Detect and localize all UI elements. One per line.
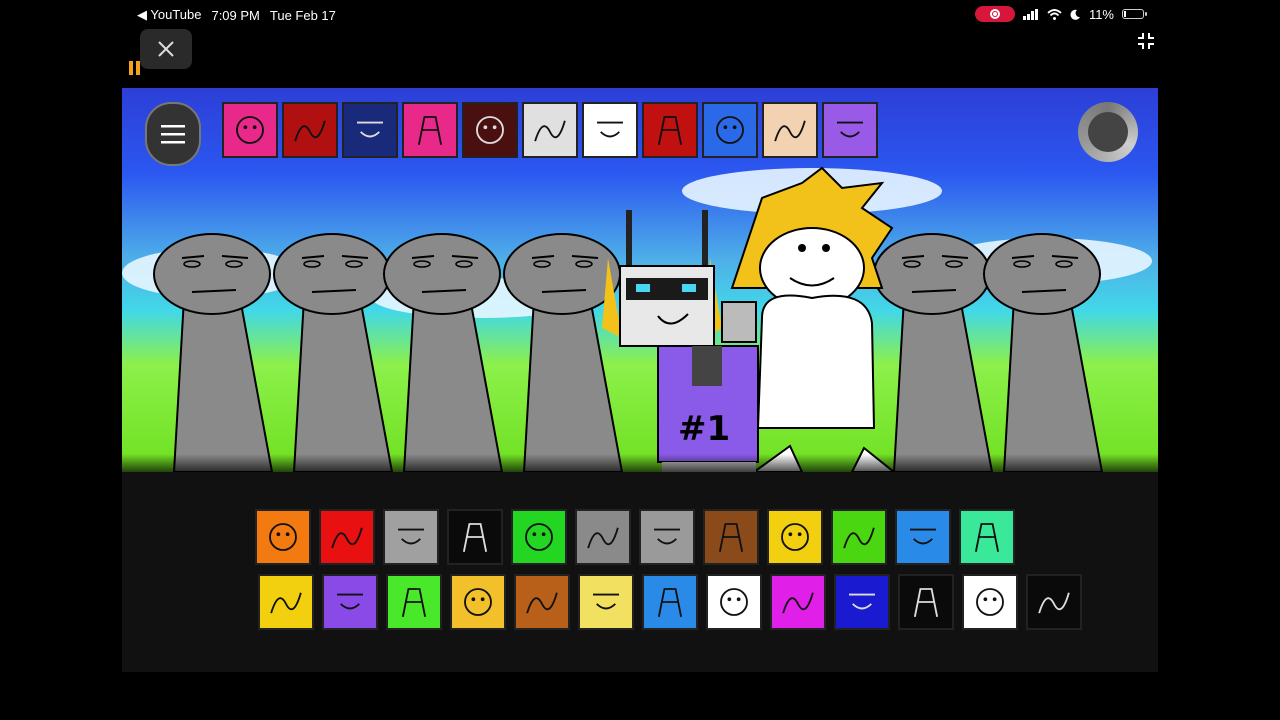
orange-face-icon[interactable]: [255, 509, 311, 565]
black-figure-icon[interactable]: [898, 574, 954, 630]
pause-indicator-icon: [129, 61, 143, 75]
loading-spinner-icon[interactable]: [1078, 102, 1138, 162]
wifi-icon: [1047, 8, 1062, 20]
gray-character: [153, 233, 274, 472]
red-circle-icon[interactable]: [282, 102, 338, 158]
red-face-icon[interactable]: [642, 102, 698, 158]
gray-face-icon[interactable]: [402, 102, 458, 158]
status-time: 7:09 PM: [211, 7, 260, 23]
brown-hair-icon[interactable]: [703, 509, 759, 565]
hamburger-menu-icon: [161, 125, 185, 144]
status-right: 11%: [974, 6, 1147, 22]
moon-icon: [1070, 9, 1080, 20]
active-sounds-row: [222, 102, 878, 158]
blue-smile-icon[interactable]: [702, 102, 758, 158]
close-icon: [158, 41, 174, 57]
back-to-youtube-link[interactable]: ◀ YouTube: [137, 7, 201, 23]
black-blank-icon[interactable]: [447, 509, 503, 565]
svg-text:#1: #1: [678, 409, 730, 449]
green-stick-icon[interactable]: [386, 574, 442, 630]
green-scribble-icon[interactable]: [511, 509, 567, 565]
sun-face-icon[interactable]: [258, 574, 314, 630]
exit-fullscreen-icon[interactable]: [1137, 32, 1155, 50]
gray-hat-icon[interactable]: [383, 509, 439, 565]
palette-row-2: [258, 574, 1090, 630]
menu-button[interactable]: [145, 102, 201, 166]
magenta-eyes-icon[interactable]: [770, 574, 826, 630]
dark-scribble-icon[interactable]: [462, 102, 518, 158]
bird-icon[interactable]: [822, 102, 878, 158]
blue-static-icon[interactable]: [342, 102, 398, 158]
orange-face-outline-icon[interactable]: [1026, 574, 1082, 630]
green-crown-icon[interactable]: [831, 509, 887, 565]
gray-face-icon-2[interactable]: [639, 509, 695, 565]
white-crescent-icon[interactable]: [962, 574, 1018, 630]
brown-scribble-icon[interactable]: [514, 574, 570, 630]
pink-sigil-icon[interactable]: [222, 102, 278, 158]
tan-scribble-icon[interactable]: [762, 102, 818, 158]
battery-percent: 11%: [1088, 6, 1114, 22]
purple-headband-icon[interactable]: [322, 574, 378, 630]
close-button[interactable]: [140, 29, 192, 69]
status-bar: ◀ YouTube 7:09 PM Tue Feb 17 11%: [0, 0, 1280, 28]
gray-character: [503, 233, 624, 472]
white-fox-icon[interactable]: [706, 574, 762, 630]
battery-icon: [1122, 9, 1147, 19]
robot-character: #1: [602, 210, 759, 472]
blue-scribble-icon[interactable]: [642, 574, 698, 630]
gray-head-icon[interactable]: [575, 509, 631, 565]
screen-recording-icon[interactable]: [974, 6, 1015, 22]
red-spiky-icon[interactable]: [319, 509, 375, 565]
black-oval-icon[interactable]: [834, 574, 890, 630]
status-date: Tue Feb 17: [269, 7, 336, 23]
cd-disc-icon[interactable]: [522, 102, 578, 158]
cat-face-icon[interactable]: [582, 102, 638, 158]
gray-character: [383, 233, 504, 472]
blue-balloon-icon[interactable]: [895, 509, 951, 565]
gray-character: [873, 233, 994, 472]
character-palette: [122, 472, 1158, 672]
yellow-face-icon[interactable]: [767, 509, 823, 565]
signal-icon: [1022, 8, 1038, 20]
gray-character: [983, 233, 1104, 472]
teal-scribble-icon[interactable]: [959, 509, 1015, 565]
status-left: ◀ YouTube 7:09 PM Tue Feb 17: [137, 7, 336, 23]
gray-character: [273, 233, 394, 472]
yellow-grin-icon[interactable]: [450, 574, 506, 630]
game-stage: #1: [122, 88, 1158, 472]
palette-row-1: [255, 509, 1023, 565]
yellow-lines-icon[interactable]: [578, 574, 634, 630]
